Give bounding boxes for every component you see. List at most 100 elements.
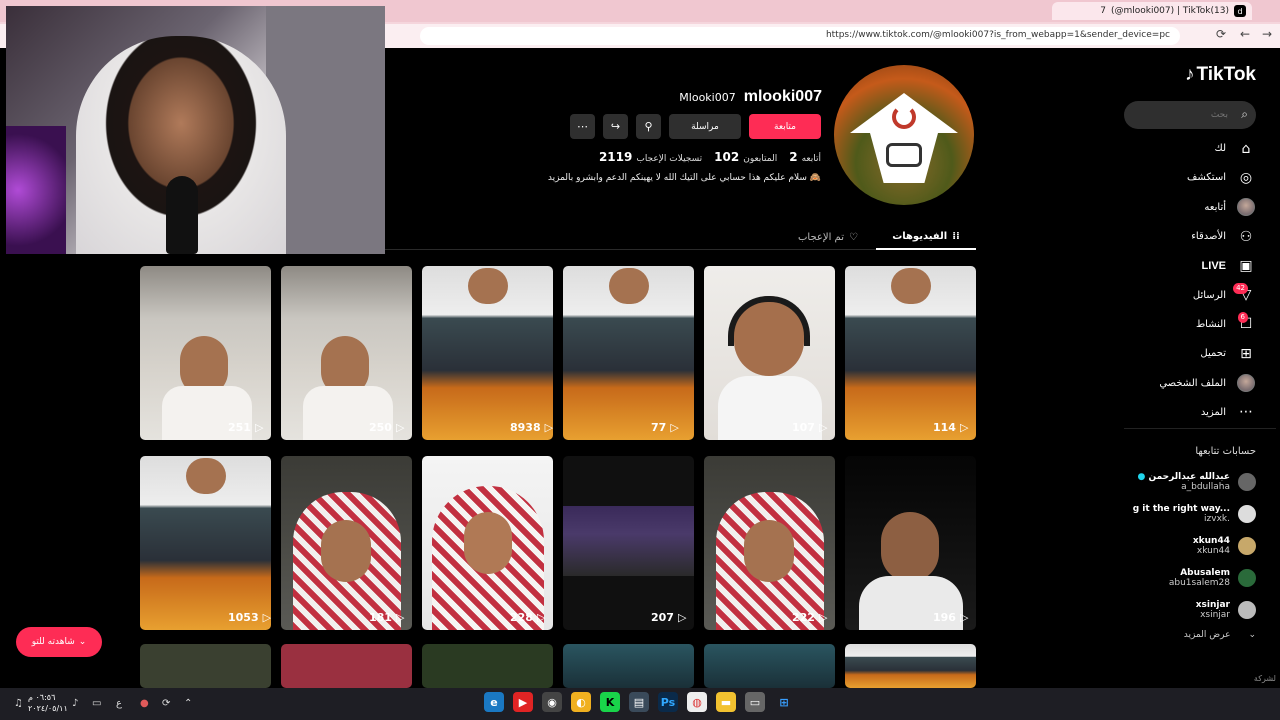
stat-label: المتابعون	[743, 154, 778, 164]
video-card[interactable]	[140, 644, 271, 688]
video-card[interactable]: 251 ▷	[140, 266, 271, 440]
play-count: 222	[792, 611, 815, 624]
play-count: 251	[228, 421, 251, 434]
edge-icon[interactable]: e	[484, 692, 504, 712]
video-card[interactable]: 250 ▷	[281, 266, 412, 440]
stat-label: تسجيلات الإعجاب	[636, 154, 703, 164]
video-card[interactable]: 222 ▷	[704, 456, 835, 630]
play-count: 114	[933, 421, 956, 434]
tiktok-logo[interactable]: ♪ TikTok	[1185, 64, 1256, 86]
taskbar-clock[interactable]: ٠٦:٥٦ م ٢٠٢٤/٠٥/١١	[28, 692, 68, 714]
reload-icon[interactable]: ⟳	[1216, 27, 1226, 41]
notepad-icon[interactable]: ▤	[629, 692, 649, 712]
volume-icon[interactable]: ♪	[72, 698, 78, 709]
following-handle: a_bdullaha	[1181, 482, 1230, 492]
kick-icon[interactable]: K	[600, 692, 620, 712]
video-card[interactable]: 114 ▷	[845, 266, 976, 440]
stat-value: 2119	[598, 150, 633, 164]
sidebar-item-for-you[interactable]: لك ⌂	[1126, 134, 1256, 163]
company-link[interactable]: لشركة	[1254, 674, 1276, 683]
photoshop-icon[interactable]: Ps	[658, 692, 678, 712]
play-icon: ▷	[959, 611, 969, 624]
video-card[interactable]: 207 ▷	[563, 456, 694, 630]
video-card[interactable]: 228 ▷	[422, 456, 553, 630]
verified-icon: ●	[1137, 472, 1146, 482]
video-card[interactable]	[422, 644, 553, 688]
sidebar-item-label: تحميل	[1200, 348, 1226, 360]
stat-followers[interactable]: المتابعون 102	[714, 150, 777, 164]
play-count: 207	[651, 611, 674, 624]
folder-icon[interactable]: ▬	[716, 692, 736, 712]
chrome-icon[interactable]: ◍	[687, 692, 707, 712]
following-item[interactable]: xsinjar xsinjar	[1126, 594, 1256, 626]
video-card[interactable]	[845, 644, 976, 688]
heart-icon: ♡	[849, 231, 858, 243]
sidebar-item-live[interactable]: LIVE ▣	[1126, 251, 1256, 280]
more-options-button[interactable]: ⋯	[570, 114, 595, 139]
obs-icon[interactable]: ◉	[542, 692, 562, 712]
following-name: xsinjar	[1195, 600, 1230, 610]
video-card[interactable]: 196 ▷	[845, 456, 976, 630]
discord-icon[interactable]: ◐	[571, 692, 591, 712]
browser-tab[interactable]: 7 (@mlooki007) | TikTok(13) d	[1052, 2, 1252, 20]
sidebar-item-label: الرسائل	[1192, 289, 1226, 301]
sidebar-item-following[interactable]: أتابعه	[1126, 193, 1256, 222]
sidebar-item-profile[interactable]: الملف الشخصي	[1126, 368, 1256, 397]
windows-start-icon[interactable]: ⊞	[774, 692, 794, 712]
follow-button[interactable]: متابعة	[749, 114, 821, 139]
video-card[interactable]	[704, 644, 835, 688]
microphone-icon[interactable]: ●	[140, 698, 149, 709]
tiktok-favicon-icon: d	[1234, 5, 1246, 17]
search-icon[interactable]: ⌕	[1241, 107, 1248, 122]
add-friend-button[interactable]: ⚲	[636, 114, 661, 139]
following-item[interactable]: Abusalem abu1salem28	[1126, 562, 1256, 594]
video-card[interactable]	[563, 644, 694, 688]
compass-icon: ◎	[1239, 169, 1253, 186]
add-user-icon: ⚲	[644, 120, 653, 133]
search-input[interactable]	[1124, 101, 1256, 129]
play-icon: ▷	[395, 611, 405, 624]
tab-liked[interactable]: تم الإعجاب ♡	[788, 224, 868, 250]
video-card[interactable]: 1053 ▷	[140, 456, 271, 630]
share-button[interactable]: ↪	[603, 114, 628, 139]
play-icon: ▷	[254, 421, 264, 434]
video-card[interactable]: 77 ▷	[563, 266, 694, 440]
sidebar-item-explore[interactable]: استكشف ◎	[1126, 163, 1256, 192]
sidebar-item-more[interactable]: المزيد ⋯	[1126, 398, 1256, 427]
sidebar-item-messages[interactable]: الرسائل ▽ 42	[1126, 280, 1256, 309]
youtube-icon[interactable]: ▶	[513, 692, 533, 712]
sidebar-item-label: لك	[1214, 143, 1226, 155]
video-card[interactable]: 181 ▷	[281, 456, 412, 630]
chevron-up-icon[interactable]: ⌃	[184, 698, 192, 709]
video-card[interactable]: 8938 ▷	[422, 266, 553, 440]
play-icon: ▷	[670, 421, 679, 434]
following-item[interactable]: xkun44 xkun44	[1126, 530, 1256, 562]
just-watched-label: شاهدته للتو	[31, 637, 75, 647]
following-item[interactable]: ● عبدالله عبدالرحمن a_bdullaha	[1126, 466, 1256, 498]
sync-icon[interactable]: ⟳	[162, 698, 170, 709]
sidebar-item-activity[interactable]: النشاط ☐ 6	[1126, 310, 1256, 339]
stat-label: أتابعه	[801, 154, 821, 164]
tab-videos[interactable]: الفيديوهات ⁞⁞	[876, 224, 976, 250]
network-icon[interactable]: ▭	[92, 698, 101, 709]
play-icon: ▷	[818, 611, 828, 624]
url-field[interactable]: https://www.tiktok.com/@mlooki007?is_fro…	[420, 27, 1180, 45]
more-icon: ⋯	[577, 120, 588, 133]
message-button[interactable]: مراسلة	[669, 114, 741, 139]
video-card[interactable]	[281, 644, 412, 688]
sidebar-item-friends[interactable]: الأصدقاء ⚇	[1126, 222, 1256, 251]
back-icon[interactable]: ←	[1240, 27, 1250, 41]
forward-icon[interactable]: →	[1262, 27, 1272, 41]
window-icon[interactable]: ▭	[745, 692, 765, 712]
more-icon: ⋯	[1239, 404, 1253, 421]
just-watched-button[interactable]: شاهدته للتو ⌄	[16, 627, 102, 657]
play-icon: ▷	[262, 611, 271, 624]
sidebar-item-upload[interactable]: تحميل ⊞	[1126, 339, 1256, 368]
bell-icon[interactable]: ♫	[14, 698, 23, 709]
video-card[interactable]: 107 ▷	[704, 266, 835, 440]
tab-liked-label: تم الإعجاب	[798, 231, 844, 243]
stat-following[interactable]: أتابعه 2	[789, 150, 821, 164]
language-indicator[interactable]: ع	[116, 698, 122, 709]
following-item[interactable]: g it the right way... izvxk.	[1126, 498, 1256, 530]
show-more-button[interactable]: عرض المزيد ⌄	[1184, 630, 1256, 640]
